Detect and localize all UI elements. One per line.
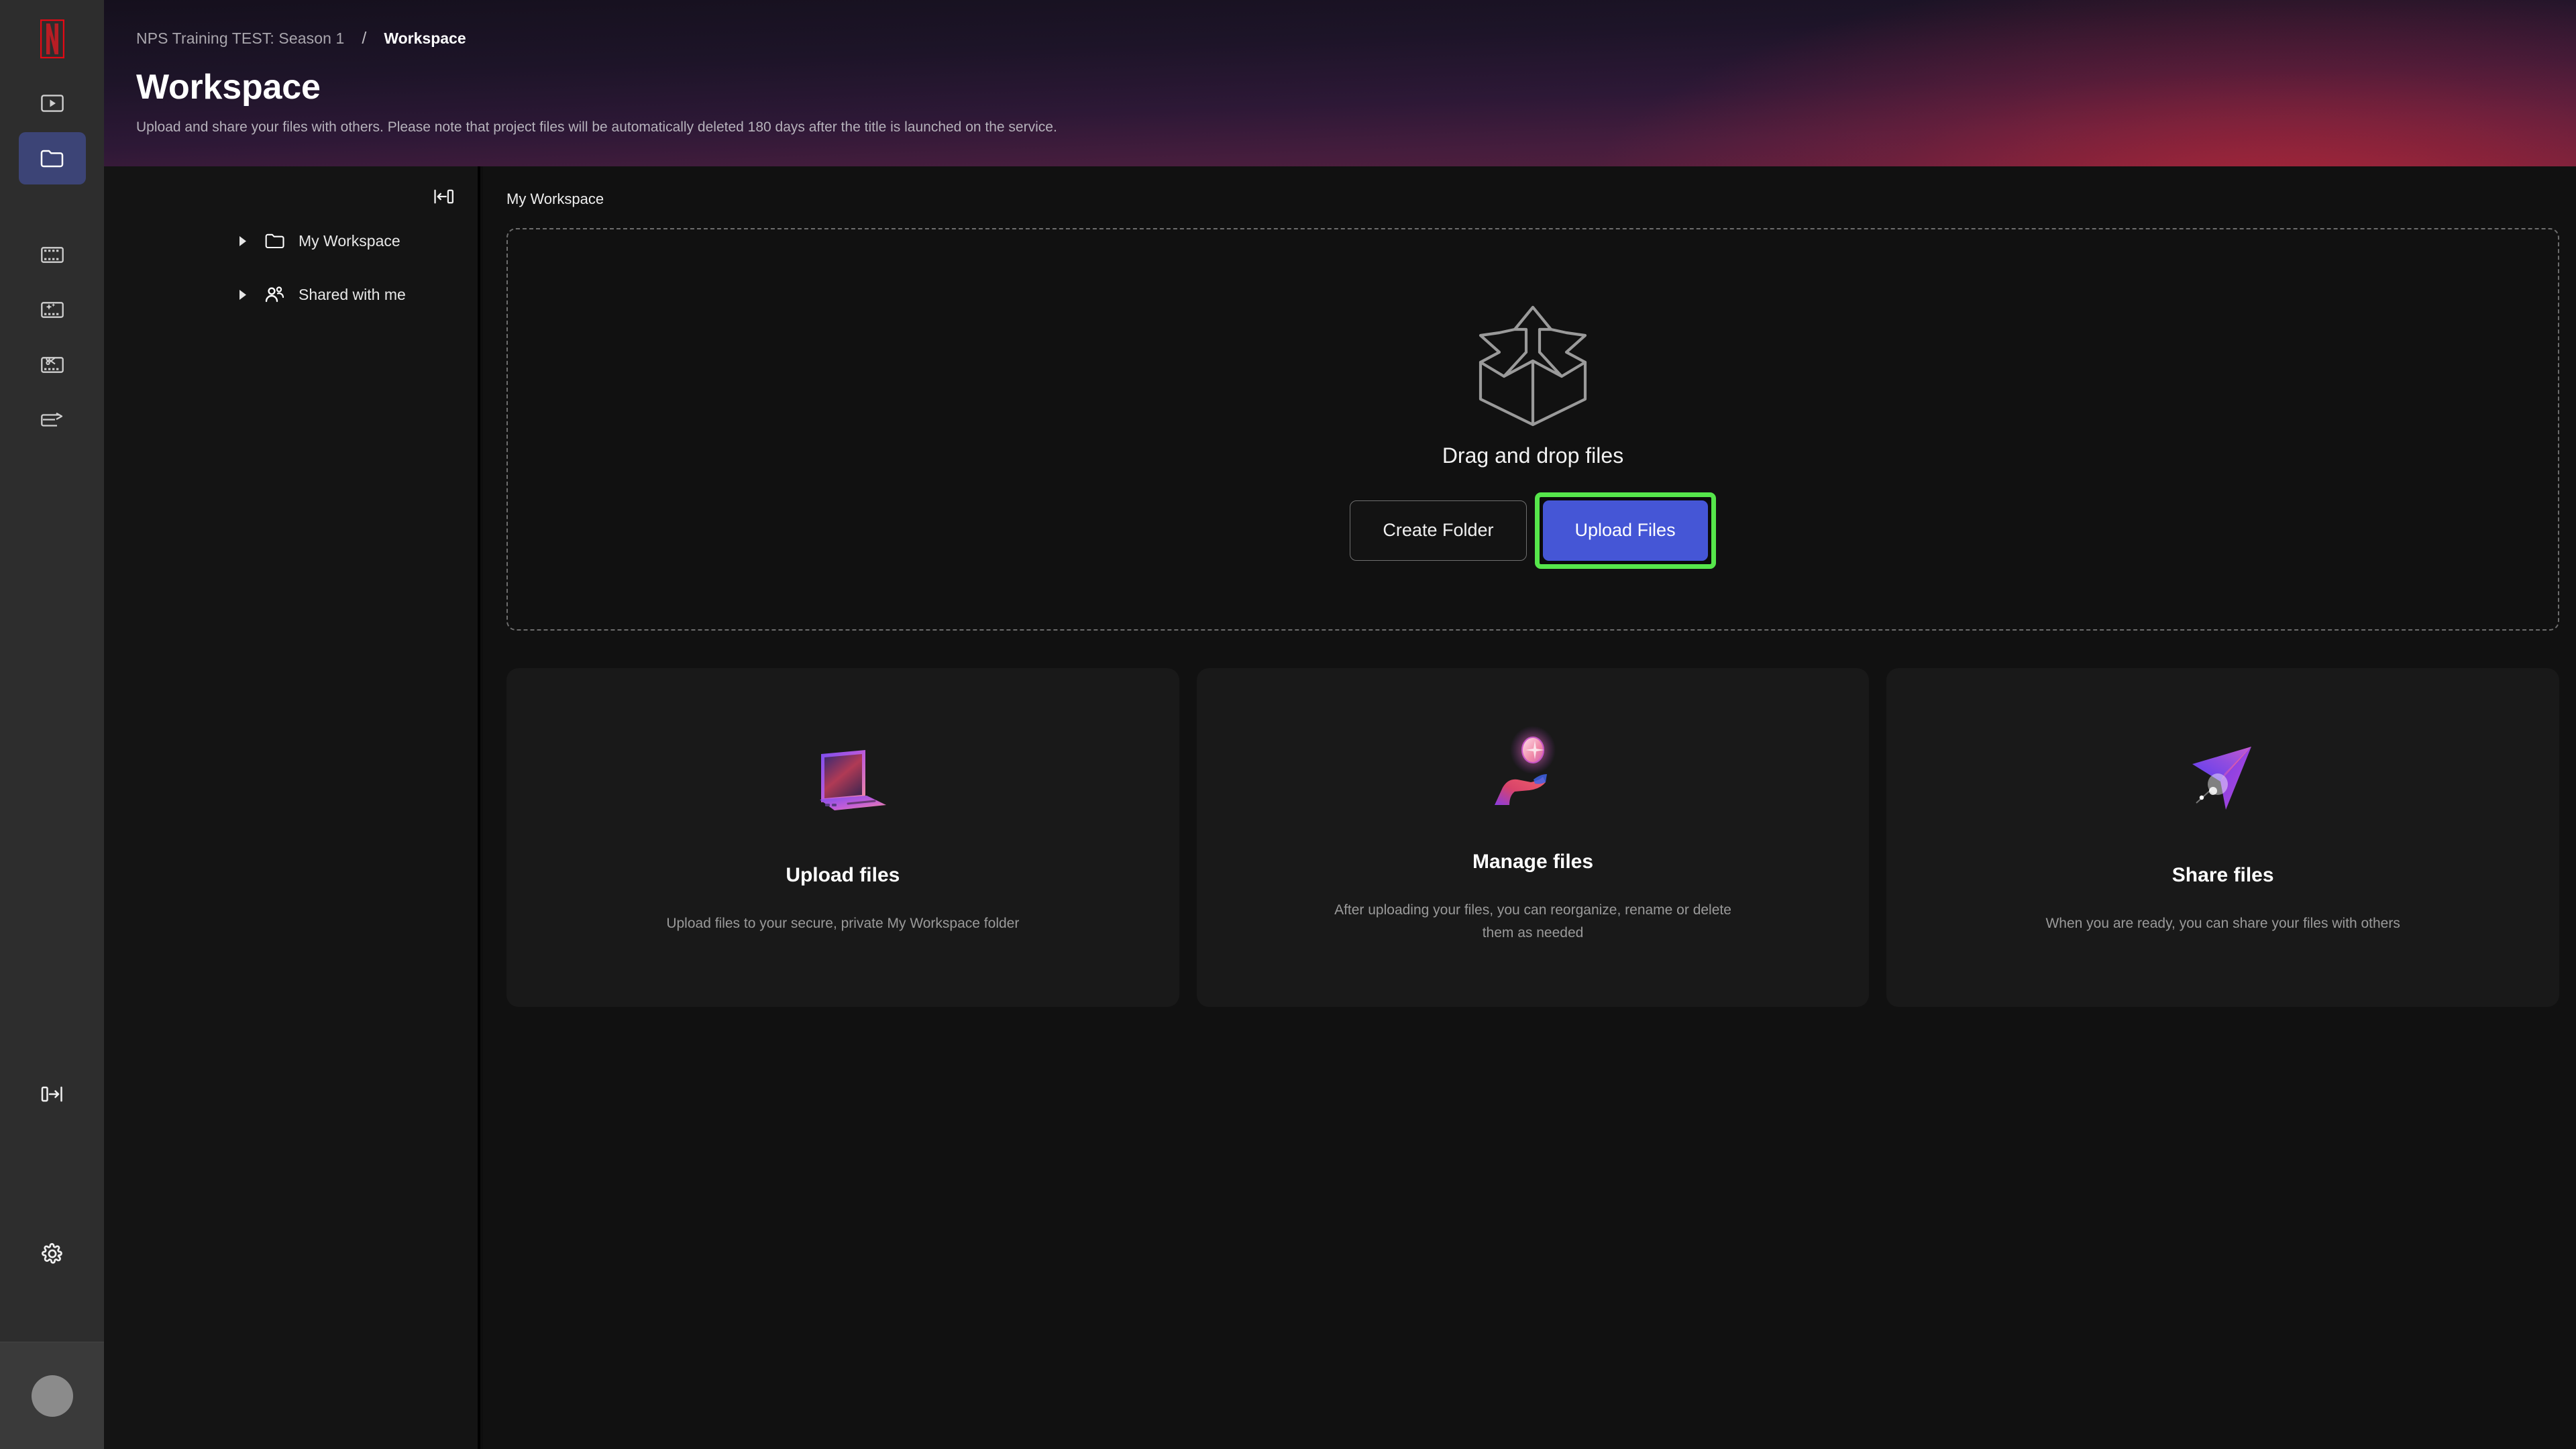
upload-files-button[interactable]: Upload Files (1542, 500, 1708, 561)
page-title: Workspace (136, 68, 321, 107)
people-icon (257, 286, 293, 303)
icon-rail (0, 0, 104, 1449)
gear-icon (41, 1243, 62, 1264)
card-title: Manage files (1472, 851, 1594, 873)
netflix-n-logo-icon (40, 19, 64, 58)
film-arrow-icon (40, 412, 62, 427)
page-subtitle: Upload and share your files with others.… (136, 119, 1057, 135)
panel-expand-right-icon (41, 1086, 62, 1102)
section-title: My Workspace (506, 191, 604, 207)
sidebar-item-label: Shared with me (299, 285, 406, 303)
info-cards: Upload files Upload files to your secure… (506, 668, 2560, 1007)
user-avatar-zone[interactable] (0, 1342, 104, 1449)
card-description: Upload files to your secure, private My … (666, 916, 1020, 931)
create-folder-button[interactable]: Create Folder (1350, 500, 1527, 561)
caret-right-icon[interactable] (238, 289, 257, 301)
sidebar-item-my-workspace[interactable]: My Workspace (104, 221, 478, 260)
rail-item-editorial[interactable] (19, 339, 86, 391)
laptop-icon (796, 747, 890, 814)
dropzone-text: Drag and drop files (1442, 443, 1624, 468)
rail-settings-button[interactable] (19, 1228, 86, 1280)
card-title: Share files (2171, 864, 2274, 886)
card-description: After uploading your files, you can reor… (1334, 902, 1731, 941)
main-content: My Workspace Drag and drop files Create … (483, 166, 2576, 1449)
info-card-manage-files: Manage files After uploading your files,… (1196, 668, 1870, 1007)
folder-icon (40, 150, 63, 168)
rail-item-workspace[interactable] (18, 132, 86, 184)
app-root: NPS Training TEST: Season 1 / Workspace … (0, 0, 2576, 1449)
card-title: Upload files (786, 864, 900, 886)
open-box-upload-icon (1462, 290, 1603, 431)
card-description: When you are ready, you can share your f… (2045, 916, 2400, 931)
hand-orb-icon (1483, 725, 1583, 805)
breadcrumb-separator: / (362, 28, 367, 48)
film-scissors-icon (40, 357, 64, 373)
dropzone-actions: Create Folder Upload Files (1350, 492, 1716, 569)
film-sparkle-icon (40, 302, 64, 318)
paper-plane-icon (2176, 746, 2270, 814)
rail-expand-panel-button[interactable] (19, 1068, 86, 1120)
rail-item-assets[interactable] (19, 229, 86, 281)
sidebar-collapse-button[interactable] (428, 181, 459, 212)
sidebar-item-shared-with-me[interactable]: Shared with me (104, 275, 478, 314)
avatar[interactable] (31, 1375, 73, 1417)
sidebar-item-label: My Workspace (299, 231, 400, 250)
breadcrumb-current: Workspace (384, 29, 466, 47)
breadcrumb: NPS Training TEST: Season 1 / Workspace (136, 27, 2576, 50)
video-player-icon (40, 95, 64, 112)
rail-item-player[interactable] (19, 77, 86, 129)
film-strip-icon (40, 247, 64, 263)
info-card-upload-files: Upload files Upload files to your secure… (506, 668, 1179, 1007)
upload-files-highlight: Upload Files (1534, 492, 1716, 569)
tree-list: My Workspace Shared with me (104, 166, 478, 314)
rail-item-vfx[interactable] (19, 284, 86, 336)
page-header: NPS Training TEST: Season 1 / Workspace … (104, 0, 2576, 166)
netflix-logo[interactable] (0, 0, 104, 77)
panel-collapse-left-icon (434, 189, 453, 204)
breadcrumb-root[interactable]: NPS Training TEST: Season 1 (136, 30, 344, 48)
caret-right-icon[interactable] (238, 235, 257, 247)
file-dropzone[interactable]: Drag and drop files Create Folder Upload… (506, 228, 2559, 631)
workspace-tree-sidebar: My Workspace Shared with me (104, 166, 480, 1449)
info-card-share-files: Share files When you are ready, you can … (1886, 668, 2560, 1007)
rail-item-delivery[interactable] (19, 394, 86, 446)
folder-icon (257, 233, 293, 249)
